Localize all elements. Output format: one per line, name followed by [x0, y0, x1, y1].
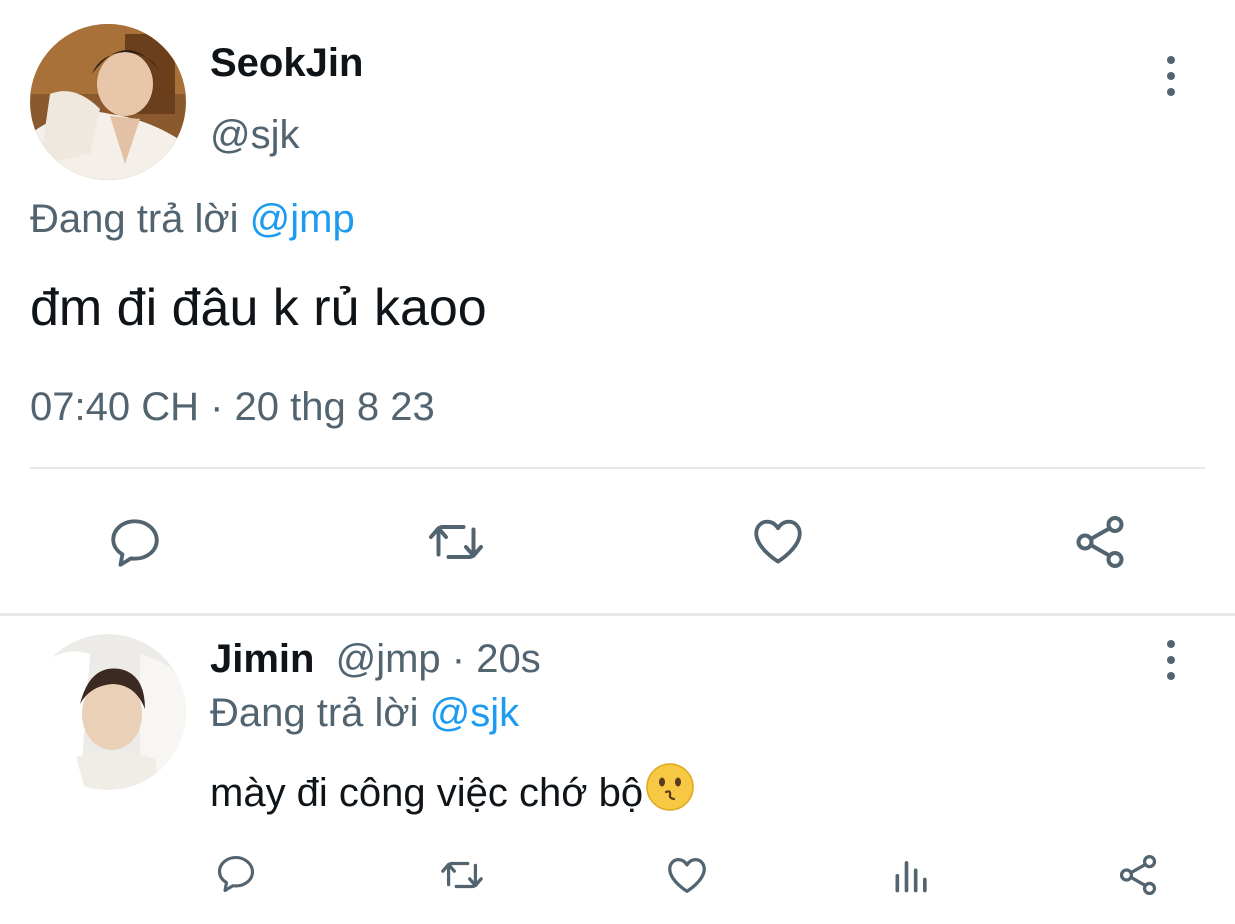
- tweet-text: mày đi công việc chớ bộ: [210, 771, 644, 815]
- more-options-icon[interactable]: [1161, 640, 1181, 680]
- avatar-seokjin[interactable]: [30, 24, 186, 180]
- avatar-jimin[interactable]: [30, 634, 186, 790]
- retweet-icon[interactable]: [424, 512, 488, 572]
- replying-to-link[interactable]: @jmp: [250, 197, 355, 241]
- handle[interactable]: @sjk: [210, 112, 300, 158]
- replying-to-line: Đang trả lời @sjk: [210, 690, 519, 736]
- replying-prefix: Đang trả lời: [210, 691, 419, 735]
- display-name[interactable]: Jimin: [210, 637, 314, 681]
- reply-icon[interactable]: [106, 514, 164, 572]
- display-name[interactable]: SeokJin: [210, 40, 363, 86]
- kissing-face-emoji-icon: [645, 762, 695, 824]
- share-icon[interactable]: [1115, 852, 1161, 898]
- replying-to-line: Đang trả lời @jmp: [30, 196, 355, 242]
- like-icon[interactable]: [749, 512, 807, 570]
- views-icon[interactable]: [890, 852, 934, 896]
- handle-and-time[interactable]: @jmp · 20s: [336, 637, 541, 681]
- reply-icon[interactable]: [214, 852, 258, 896]
- tweet-timestamp[interactable]: 07:40 CH · 20 thg 8 23: [30, 384, 435, 430]
- replying-prefix: Đang trả lời: [30, 197, 239, 241]
- more-options-icon[interactable]: [1161, 56, 1181, 96]
- divider: [30, 467, 1205, 469]
- replying-to-link[interactable]: @sjk: [430, 691, 520, 735]
- section-divider: [0, 613, 1235, 616]
- share-icon[interactable]: [1070, 512, 1130, 572]
- like-icon[interactable]: [664, 852, 710, 898]
- reply-text-line: mày đi công việc chớ bộ: [210, 762, 695, 824]
- reply-header: Jimin @jmp · 20s: [210, 636, 541, 682]
- tweet-text: đm đi đâu k rủ kaoo: [30, 279, 487, 337]
- retweet-icon[interactable]: [437, 852, 487, 898]
